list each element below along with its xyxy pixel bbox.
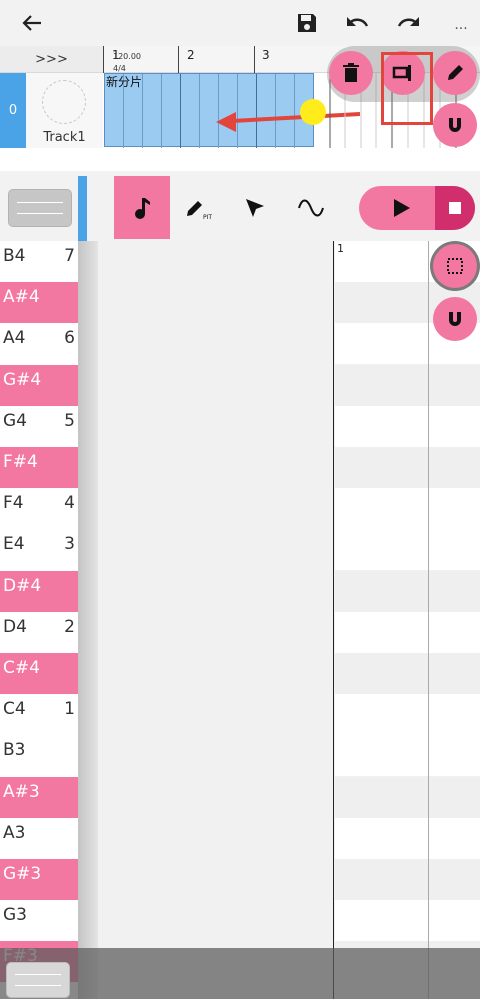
track-name: Track1 (43, 130, 86, 145)
key-note-label: G#3 (3, 864, 42, 884)
beat-line (428, 241, 429, 999)
piano-key[interactable]: G3 (0, 900, 78, 942)
piano-key[interactable]: F#4 (0, 447, 78, 488)
key-number-label: 6 (64, 328, 75, 349)
track-avatar[interactable] (42, 80, 86, 124)
stop-button[interactable] (435, 186, 475, 230)
cursor-icon[interactable] (227, 176, 283, 239)
key-note-label: A#4 (3, 287, 40, 308)
note-lane[interactable] (335, 488, 480, 530)
piano-key[interactable]: A3 (0, 817, 78, 859)
piano-key[interactable]: C4 1 (0, 694, 78, 736)
bar-line (333, 241, 334, 999)
piano-key[interactable]: A4 6 (0, 323, 78, 365)
ruler-tick (103, 46, 104, 73)
trash-icon[interactable] (329, 51, 373, 95)
piano-key[interactable]: F4 4 (0, 488, 78, 530)
clip-name: 新分片 (106, 75, 143, 89)
note-icon[interactable] (114, 176, 170, 239)
bar-number: 1 (337, 242, 344, 255)
key-note-label: A4 (3, 328, 26, 349)
note-lane[interactable] (335, 735, 480, 777)
keyboard-toggle-button[interactable] (8, 189, 72, 227)
bottom-panel-overlay (0, 948, 480, 999)
expand-tracks-button[interactable]: >>> (0, 46, 103, 73)
piano-key[interactable]: G#3 (0, 859, 78, 900)
note-lane[interactable] (335, 529, 480, 571)
bar-number: 3 (262, 48, 270, 62)
key-note-label: C4 (3, 699, 26, 720)
key-note-label: B4 (3, 246, 26, 266)
piano-key[interactable]: E4 3 (0, 529, 78, 571)
note-lane[interactable] (335, 694, 480, 736)
save-icon[interactable] (292, 8, 322, 38)
piano-key[interactable]: D#4 (0, 570, 78, 612)
arrow-left-icon[interactable] (17, 8, 47, 38)
more-menu-button[interactable]: ... (446, 10, 476, 40)
key-number-label: 7 (64, 246, 75, 266)
ruler-tick (254, 46, 255, 73)
track-color-strip (78, 176, 87, 241)
tempo-label: 120.00 (113, 52, 141, 61)
undo-icon[interactable] (343, 8, 373, 38)
piano-key[interactable]: G#4 (0, 364, 78, 406)
key-note-label: C#4 (3, 658, 40, 678)
note-lane[interactable] (335, 364, 480, 406)
pencil-icon[interactable] (433, 51, 477, 95)
key-note-label: F4 (3, 493, 24, 514)
key-number-label: 4 (64, 493, 75, 514)
track-index[interactable]: 0 (0, 73, 26, 148)
key-number-label: 3 (64, 534, 75, 555)
piano-key[interactable]: A#3 (0, 776, 78, 818)
note-lane[interactable] (335, 405, 480, 447)
bottom-keyboard-button[interactable] (6, 962, 70, 998)
note-lane[interactable] (335, 570, 480, 612)
app-screen: ... >>> 1 2 3 0 Track1 120.00 4/4 新分片 PI… (0, 0, 480, 999)
svg-text:PIT: PIT (203, 214, 212, 221)
top-app-bar: ... (0, 0, 480, 46)
key-note-label: D4 (3, 616, 27, 637)
key-note-label: G#4 (3, 369, 42, 390)
key-note-label: G3 (3, 905, 27, 926)
note-lane[interactable] (335, 653, 480, 694)
key-number-label: 1 (64, 699, 75, 720)
time-signature-label: 4/4 (113, 64, 126, 73)
wave-icon[interactable] (283, 176, 339, 239)
highlight-annotation (381, 52, 433, 125)
piano-key[interactable]: D4 2 (0, 611, 78, 653)
redo-icon[interactable] (393, 8, 423, 38)
note-lane[interactable] (335, 817, 480, 859)
key-note-label: D#4 (3, 575, 42, 596)
key-note-label: E4 (3, 534, 25, 555)
piano-key[interactable]: A#4 (0, 282, 78, 324)
note-lane[interactable] (335, 447, 480, 488)
note-lane[interactable] (335, 611, 480, 653)
piano-key[interactable]: B4 7 (0, 241, 78, 282)
note-lane[interactable] (335, 859, 480, 900)
piano-key[interactable]: C#4 (0, 653, 78, 694)
key-number-label: 5 (64, 410, 75, 431)
key-note-label: B3 (3, 740, 26, 761)
pencil-pit-icon[interactable]: PIT (170, 176, 226, 239)
key-note-label: G4 (3, 410, 27, 431)
piano-key[interactable]: G4 5 (0, 405, 78, 447)
ruler-tick (178, 46, 179, 73)
keyboard-shadow (78, 241, 98, 999)
key-note-label: A#3 (3, 781, 40, 802)
piano-keyboard: B4 7 A#4 A4 6 G#4 G4 5 F#4 F4 4 E4 3 D#4 D4 2 C#4 C4 1 B3 A#… (0, 241, 78, 999)
play-icon[interactable] (389, 196, 413, 224)
select-box-icon[interactable] (433, 244, 477, 288)
magnet-icon[interactable] (433, 297, 477, 341)
key-note-label: F#4 (3, 452, 38, 472)
key-note-label: A3 (3, 822, 26, 843)
note-lane[interactable] (335, 776, 480, 818)
note-lane[interactable] (335, 900, 480, 942)
magnet-icon[interactable] (433, 103, 477, 147)
stop-icon (449, 202, 461, 214)
piano-key[interactable]: B3 (0, 735, 78, 777)
key-number-label: 2 (64, 616, 75, 637)
bar-number: 2 (187, 48, 195, 62)
transport-controls (359, 186, 475, 230)
